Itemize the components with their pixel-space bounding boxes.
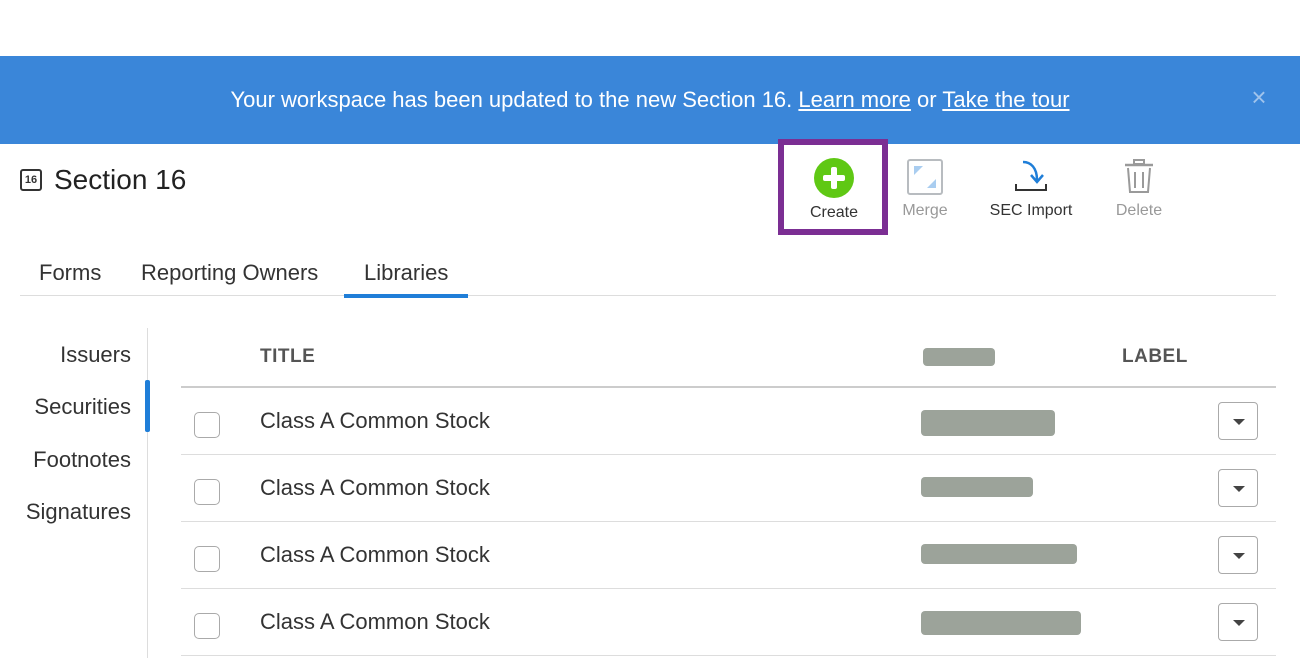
- redacted-column-header: [923, 348, 995, 366]
- label-dropdown[interactable]: [1218, 536, 1258, 574]
- row-title: Class A Common Stock: [260, 475, 490, 500]
- page-header: 16 Section 16: [20, 164, 186, 196]
- sidebar: Issuers Securities Footnotes Signatures: [0, 328, 150, 658]
- securities-table: TITLE LABEL Class A Common Stock Class A…: [181, 330, 1276, 656]
- sidebar-item-footnotes[interactable]: Footnotes: [33, 447, 131, 473]
- table-row[interactable]: Class A Common Stock: [181, 589, 1276, 656]
- label-dropdown[interactable]: [1218, 469, 1258, 507]
- sidebar-item-signatures[interactable]: Signatures: [26, 499, 131, 525]
- row-checkbox[interactable]: [194, 412, 220, 438]
- row-title: Class A Common Stock: [260, 609, 490, 634]
- sidebar-item-issuers[interactable]: Issuers: [60, 342, 131, 368]
- take-tour-link[interactable]: Take the tour: [942, 87, 1069, 112]
- redacted-cell: [921, 410, 1055, 436]
- tab-reporting-owners[interactable]: Reporting Owners: [141, 260, 318, 296]
- top-blank-area: [0, 0, 1300, 56]
- table-row[interactable]: Class A Common Stock: [181, 455, 1276, 522]
- merge-icon: [907, 159, 943, 195]
- label-dropdown[interactable]: [1218, 402, 1258, 440]
- trash-icon: [1125, 159, 1153, 193]
- tab-bar: Forms Reporting Owners Libraries: [20, 250, 1276, 298]
- banner-close-icon[interactable]: ×: [1248, 84, 1270, 110]
- section16-icon: 16: [20, 169, 42, 191]
- banner-or: or: [917, 87, 937, 112]
- merge-button[interactable]: Merge: [875, 150, 975, 226]
- table-header: TITLE LABEL: [181, 330, 1276, 388]
- delete-button[interactable]: Delete: [1089, 150, 1189, 226]
- redacted-cell: [921, 544, 1077, 564]
- tab-libraries[interactable]: Libraries: [343, 260, 469, 298]
- sec-import-label: SEC Import: [989, 202, 1073, 219]
- banner-message: Your workspace has been updated to the n…: [230, 87, 793, 112]
- import-arrow-icon: [1015, 160, 1047, 191]
- row-checkbox[interactable]: [194, 546, 220, 572]
- sidebar-item-securities[interactable]: Securities: [34, 394, 131, 420]
- sidebar-active-indicator: [145, 380, 150, 432]
- row-title: Class A Common Stock: [260, 542, 490, 567]
- merge-label: Merge: [902, 202, 948, 219]
- column-label[interactable]: LABEL: [1122, 346, 1188, 368]
- banner-message-line: Your workspace has been updated to the n…: [230, 87, 1069, 113]
- learn-more-link[interactable]: Learn more: [798, 87, 911, 112]
- table-row[interactable]: Class A Common Stock: [181, 522, 1276, 589]
- label-dropdown[interactable]: [1218, 603, 1258, 641]
- page-title: Section 16: [54, 164, 187, 195]
- row-checkbox[interactable]: [194, 479, 220, 505]
- delete-label: Delete: [1115, 202, 1163, 219]
- update-banner: Your workspace has been updated to the n…: [0, 56, 1300, 144]
- row-checkbox[interactable]: [194, 613, 220, 639]
- redacted-cell: [921, 477, 1033, 497]
- create-highlight-box: [778, 139, 888, 235]
- sec-import-button[interactable]: SEC Import: [981, 150, 1081, 226]
- table-row[interactable]: Class A Common Stock: [181, 388, 1276, 455]
- row-title: Class A Common Stock: [260, 408, 490, 433]
- tab-forms[interactable]: Forms: [39, 260, 101, 296]
- column-title[interactable]: TITLE: [260, 346, 315, 368]
- redacted-cell: [921, 611, 1081, 635]
